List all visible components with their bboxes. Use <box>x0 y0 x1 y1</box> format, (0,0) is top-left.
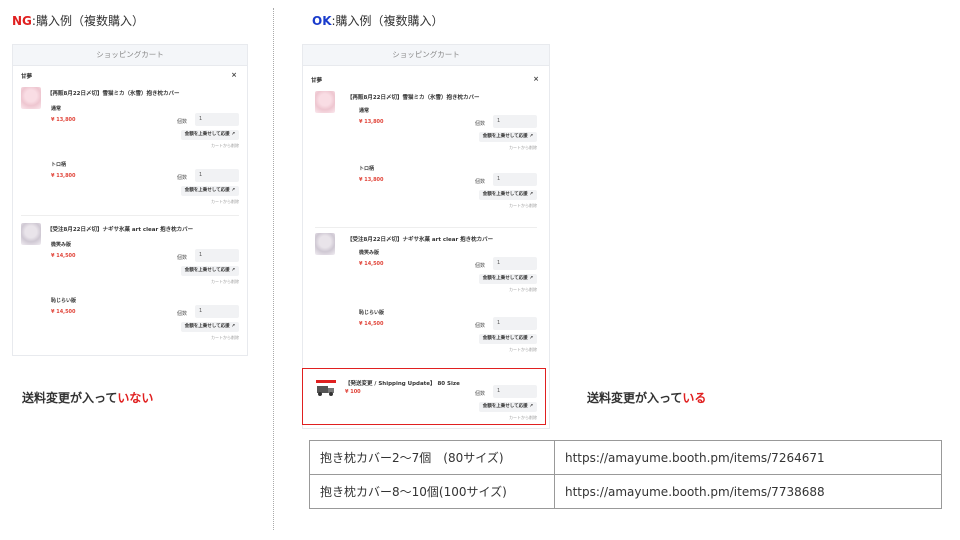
url-link[interactable]: https://amayume.booth.pm/items/7738688 <box>554 474 942 509</box>
size-label-cell: 抱き枕カバー8〜10個(100サイズ) <box>309 474 555 509</box>
variant-price: ¥ 13,800 <box>359 119 384 125</box>
product-thumbnail[interactable] <box>21 223 41 245</box>
ok-caption-text: 送料変更が入って <box>587 391 683 405</box>
qty-label: 個数 <box>474 121 485 127</box>
product-title[interactable]: 【受注8月22日〆切】ナギサ氷菓 art clear 抱き枕カバー <box>47 225 193 233</box>
remove-from-cart-link[interactable]: カートから削除 <box>211 279 239 285</box>
ng-tag: NG <box>12 14 32 28</box>
quantity-input[interactable]: 1 <box>493 115 537 128</box>
product-thumbnail[interactable] <box>315 91 335 113</box>
quantity-input[interactable]: 1 <box>195 113 239 126</box>
upsell-button[interactable]: 金額を上乗せして応援 ↗ <box>180 322 239 332</box>
variant-price: ¥ 14,500 <box>359 261 384 267</box>
shop-name[interactable]: 甘夢 <box>311 76 322 84</box>
table-row: 抱き枕カバー8〜10個(100サイズ) https://amayume.boot… <box>309 474 942 509</box>
variant-price: ¥ 14,500 <box>51 309 76 315</box>
ng-caption-text: 送料変更が入って <box>22 391 118 405</box>
ng-caption: 送料変更が入っていない <box>22 389 153 406</box>
qty-label: 個数 <box>474 179 485 185</box>
cart-variant: 恥じらい版 ¥ 14,500 個数 1 金額を上乗せして応援 ↗ カートから削除 <box>51 297 239 347</box>
size-label-cell: 抱き枕カバー2〜7個 (80サイズ) <box>309 440 555 475</box>
cart-variant: トロ柄 ¥ 13,800 個数 1 金額を上乗せして応援 ↗ カートから削除 <box>359 165 537 215</box>
remove-from-cart-link[interactable]: カートから削除 <box>509 203 537 209</box>
upsell-button[interactable]: 金額を上乗せして応援 ↗ <box>478 274 537 284</box>
quantity-input[interactable]: 1 <box>195 169 239 182</box>
qty-label: 個数 <box>474 263 485 269</box>
cart-header: ショッピングカート <box>303 45 549 66</box>
remove-from-cart-link[interactable]: カートから削除 <box>211 335 239 341</box>
cart-variant: 微笑み版 ¥ 14,500 個数 1 金額を上乗せして応援 ↗ カートから削除 <box>359 249 537 299</box>
ng-caption-emphasis: いない <box>117 391 154 405</box>
product-title[interactable]: 【再販8月22日〆切】雪猫ミカ（氷雪）抱き枕カバー <box>47 89 179 97</box>
quantity-input[interactable]: 1 <box>493 173 537 186</box>
close-icon[interactable]: × <box>231 71 237 79</box>
variant-name: 微笑み版 <box>359 250 380 256</box>
variant-price: ¥ 13,800 <box>51 173 76 179</box>
close-icon[interactable]: × <box>533 75 539 83</box>
cart-header: ショッピングカート <box>13 45 247 66</box>
ng-heading: NG:購入例（複数購入） <box>12 12 144 29</box>
product-thumbnail[interactable] <box>315 233 335 255</box>
product-title[interactable]: 【受注8月22日〆切】ナギサ氷菓 art clear 抱き枕カバー <box>347 235 493 243</box>
remove-from-cart-link[interactable]: カートから削除 <box>509 347 537 353</box>
product-divider <box>315 227 537 228</box>
upsell-button[interactable]: 金額を上乗せして応援 ↗ <box>478 334 537 344</box>
upsell-button[interactable]: 金額を上乗せして応援 ↗ <box>180 266 239 276</box>
variant-price: ¥ 13,800 <box>359 177 384 183</box>
shop-name[interactable]: 甘夢 <box>21 72 32 80</box>
upsell-button[interactable]: 金額を上乗せして応援 ↗ <box>478 132 537 142</box>
upsell-button[interactable]: 金額を上乗せして応援 ↗ <box>478 190 537 200</box>
ok-caption-emphasis: いる <box>682 391 707 405</box>
shop-row: 甘夢 × <box>303 73 549 87</box>
quantity-input[interactable]: 1 <box>195 305 239 318</box>
qty-label: 個数 <box>176 255 187 261</box>
remove-from-cart-link[interactable]: カートから削除 <box>509 145 537 151</box>
ok-heading: OK:購入例（複数購入） <box>312 12 444 29</box>
variant-name: トロ柄 <box>51 162 67 168</box>
cart-variant: 通常 ¥ 13,800 個数 1 金額を上乗せして応援 ↗ カートから削除 <box>359 107 537 157</box>
ok-heading-text: :購入例（複数購入） <box>331 14 444 28</box>
variant-name: 通常 <box>359 108 370 114</box>
remove-from-cart-link[interactable]: カートから削除 <box>211 143 239 149</box>
upsell-button[interactable]: 金額を上乗せして応援 ↗ <box>180 186 239 196</box>
cart-variant: 恥じらい版 ¥ 14,500 個数 1 金額を上乗せして応援 ↗ カートから削除 <box>359 309 537 359</box>
qty-label: 個数 <box>176 119 187 125</box>
product-thumbnail[interactable] <box>21 87 41 109</box>
ng-cart-panel: ショッピングカート 甘夢 × 【再販8月22日〆切】雪猫ミカ（氷雪）抱き枕カバー… <box>12 44 248 356</box>
shop-row: 甘夢 × <box>13 69 247 83</box>
product-title[interactable]: 【再販8月22日〆切】雪猫ミカ（氷雪）抱き枕カバー <box>347 93 479 101</box>
quantity-input[interactable]: 1 <box>493 317 537 330</box>
variant-name: トロ柄 <box>359 166 375 172</box>
shipping-links-table: 抱き枕カバー2〜7個 (80サイズ) https://amayume.booth… <box>309 440 942 509</box>
variant-price: ¥ 14,500 <box>51 253 76 259</box>
ok-caption: 送料変更が入っている <box>587 389 706 406</box>
center-divider <box>273 8 274 530</box>
table-row: 抱き枕カバー2〜7個 (80サイズ) https://amayume.booth… <box>309 440 942 475</box>
cart-variant: 通常 ¥ 13,800 個数 1 金額を上乗せして応援 ↗ カートから削除 <box>51 105 239 155</box>
quantity-input[interactable]: 1 <box>493 257 537 270</box>
remove-from-cart-link[interactable]: カートから削除 <box>211 199 239 205</box>
variant-name: 恥じらい版 <box>51 298 77 304</box>
cart-variant: 微笑み版 ¥ 14,500 個数 1 金額を上乗せして応援 ↗ カートから削除 <box>51 241 239 291</box>
qty-label: 個数 <box>176 311 187 317</box>
ng-heading-text: :購入例（複数購入） <box>31 14 144 28</box>
cart-variant: トロ柄 ¥ 13,800 個数 1 金額を上乗せして応援 ↗ カートから削除 <box>51 161 239 211</box>
variant-name: 通常 <box>51 106 62 112</box>
remove-from-cart-link[interactable]: カートから削除 <box>509 287 537 293</box>
product-divider <box>21 215 239 216</box>
qty-label: 個数 <box>176 175 187 181</box>
variant-price: ¥ 14,500 <box>359 321 384 327</box>
shipping-highlight-box <box>302 368 546 425</box>
qty-label: 個数 <box>474 323 485 329</box>
quantity-input[interactable]: 1 <box>195 249 239 262</box>
variant-price: ¥ 13,800 <box>51 117 76 123</box>
ok-tag: OK <box>312 14 332 28</box>
variant-name: 恥じらい版 <box>359 310 385 316</box>
upsell-button[interactable]: 金額を上乗せして応援 ↗ <box>180 130 239 140</box>
variant-name: 微笑み版 <box>51 242 72 248</box>
url-link[interactable]: https://amayume.booth.pm/items/7264671 <box>554 440 942 475</box>
